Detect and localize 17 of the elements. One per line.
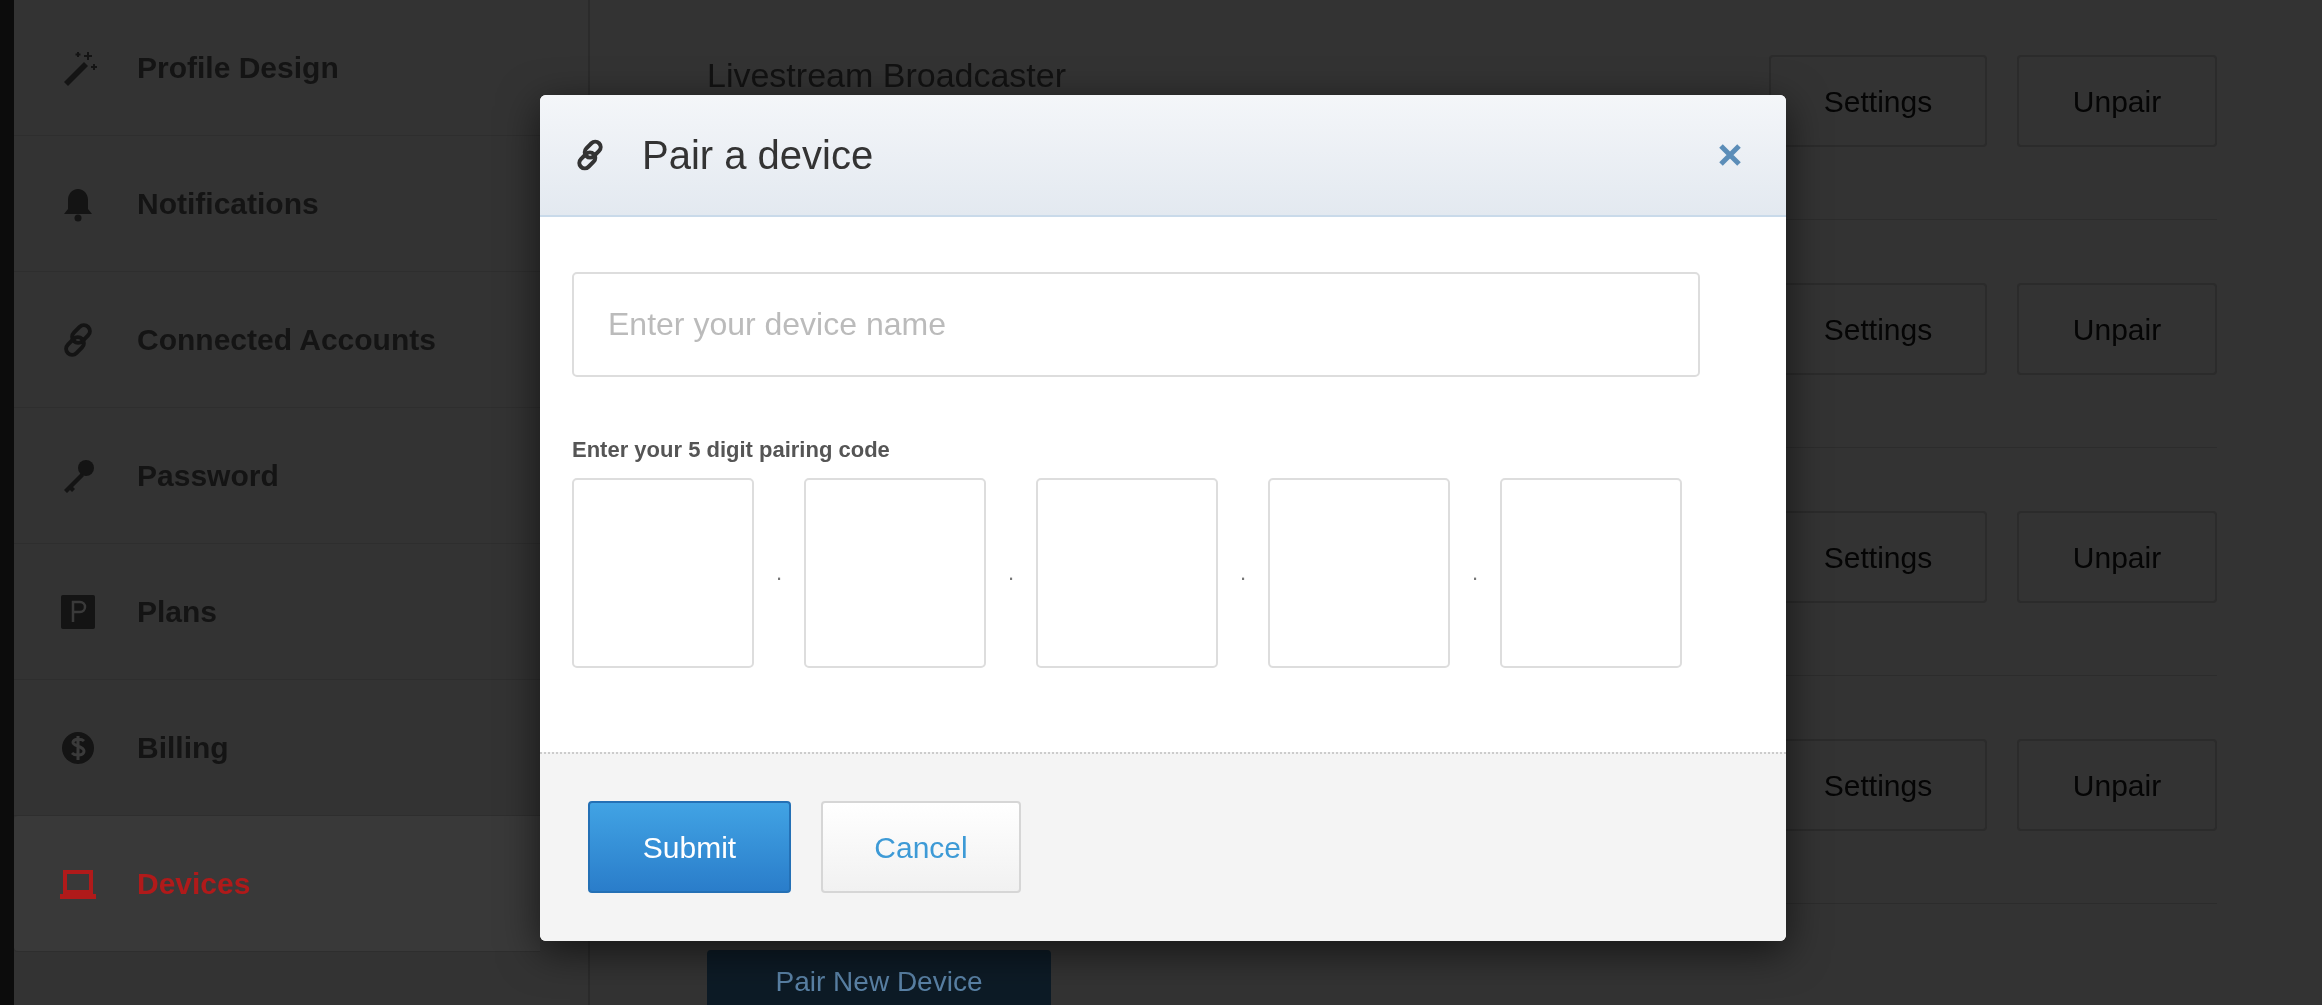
cancel-button[interactable]: Cancel [821,801,1021,893]
code-digit-field[interactable] [1268,478,1450,668]
separator-dot: . [1238,562,1248,584]
dialog-title: Pair a device [642,132,875,179]
separator-dot: . [774,562,784,584]
code-digit-field[interactable] [804,478,986,668]
submit-button[interactable]: Submit [588,801,791,893]
code-digit-field[interactable] [1500,478,1682,668]
close-icon[interactable] [1718,143,1742,167]
code-label: Enter your 5 digit pairing code [572,436,891,464]
code-digit-field[interactable] [572,478,754,668]
pair-new-device-button[interactable]: Pair New Device [707,950,1051,1005]
separator-dot: . [1470,562,1480,584]
code-digit-field[interactable] [1036,478,1218,668]
sidebar-item[interactable]: Devices [14,816,540,952]
separator-dot: . [1006,562,1016,584]
device-name-field[interactable]: Enter your device name [572,272,1700,377]
